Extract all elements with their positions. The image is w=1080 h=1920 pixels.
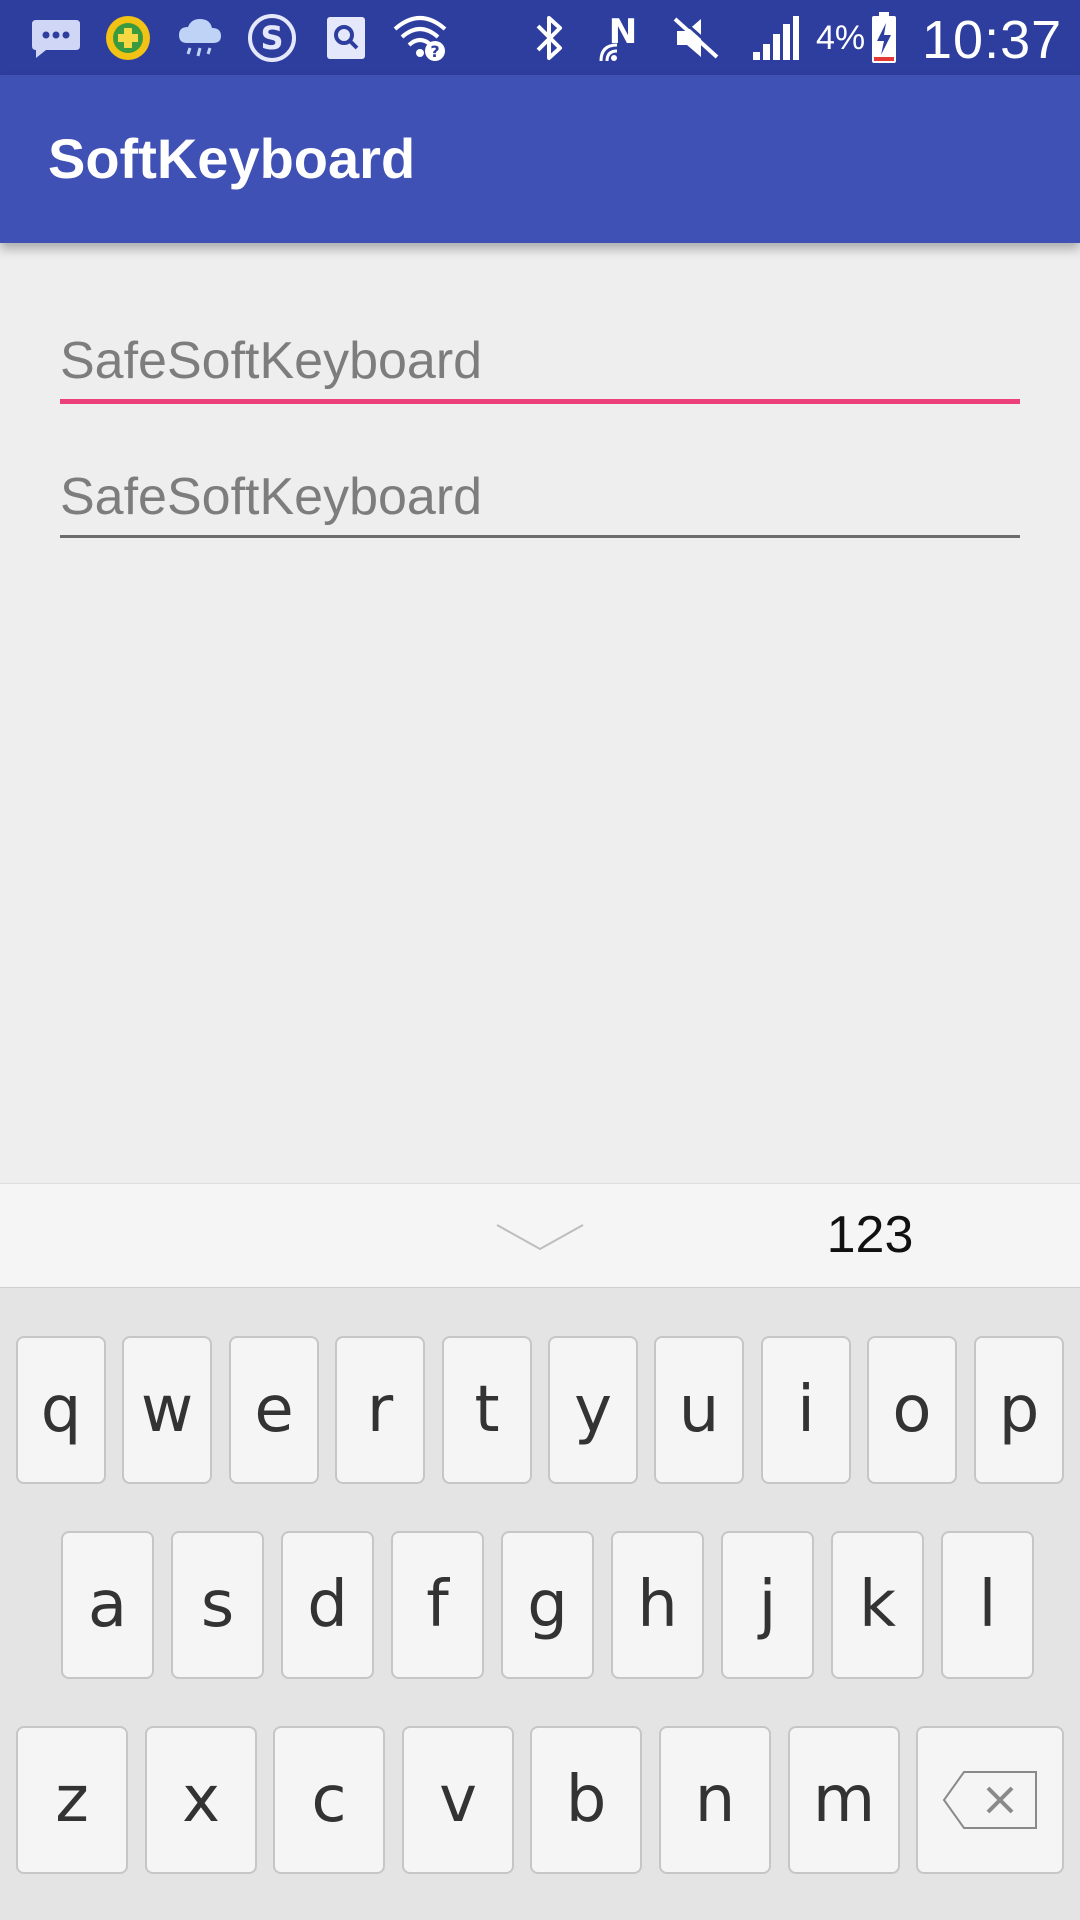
field-1-underline [60, 399, 1020, 404]
key-c[interactable]: c [273, 1726, 385, 1874]
key-j[interactable]: j [721, 1531, 814, 1679]
backspace-icon [940, 1768, 1040, 1832]
key-u[interactable]: u [654, 1336, 744, 1484]
key-q[interactable]: q [16, 1336, 106, 1484]
key-label: o [892, 1373, 932, 1447]
field-2-underline [60, 535, 1020, 538]
key-e[interactable]: e [229, 1336, 319, 1484]
keyboard: qwer tyu i op asd f gh j k l z x c v b n m [0, 1288, 1080, 1920]
key-label: g [527, 1568, 568, 1642]
key-k[interactable]: k [831, 1531, 924, 1679]
security-app-icon [102, 10, 154, 66]
key-d[interactable]: d [281, 1531, 374, 1679]
nfc-icon: N [594, 10, 652, 66]
clock: 10:37 [922, 10, 1063, 70]
chevron-down-icon[interactable] [490, 1212, 590, 1262]
key-label: c [311, 1763, 347, 1837]
key-n[interactable]: n [659, 1726, 771, 1874]
app-title: SoftKeyboard [48, 127, 416, 190]
key-label: x [182, 1763, 220, 1837]
key-label: a [87, 1568, 128, 1642]
key-label: s [200, 1568, 235, 1642]
key-g[interactable]: g [501, 1531, 594, 1679]
key-i[interactable]: i [761, 1336, 851, 1484]
keyboard-toolbar: 123 [0, 1183, 1080, 1288]
key-label: r [366, 1373, 394, 1447]
key-label: k [858, 1568, 897, 1642]
key-l[interactable]: l [941, 1531, 1034, 1679]
weather-cloud-icon [174, 10, 226, 66]
battery-charging-icon [866, 10, 902, 66]
key-label: b [565, 1763, 607, 1837]
svg-text:S: S [260, 19, 283, 57]
key-label: z [55, 1763, 89, 1837]
signal-icon [748, 10, 804, 66]
key-label: h [637, 1568, 678, 1642]
key-label: j [758, 1568, 777, 1642]
app-bar: SoftKeyboard [0, 75, 1080, 243]
key-o[interactable]: o [867, 1336, 957, 1484]
key-label: m [812, 1763, 876, 1837]
key-y[interactable]: y [548, 1336, 638, 1484]
key-label: q [40, 1373, 82, 1447]
key-z[interactable]: z [16, 1726, 128, 1874]
search-app-icon [320, 10, 372, 66]
key-t[interactable]: t [442, 1336, 532, 1484]
key-h[interactable]: h [611, 1531, 704, 1679]
key-label: u [678, 1373, 720, 1447]
key-label: e [254, 1373, 294, 1447]
key-b[interactable]: b [530, 1726, 642, 1874]
bluetooth-icon [528, 10, 572, 66]
key-a[interactable]: a [61, 1531, 154, 1679]
status-bar: S ? N 4% 10:37 [0, 0, 1080, 75]
key-m[interactable]: m [788, 1726, 900, 1874]
safe-keyboard-input-2[interactable] [60, 462, 1020, 532]
key-label: p [998, 1373, 1040, 1447]
key-v[interactable]: v [402, 1726, 514, 1874]
key-label: w [140, 1373, 194, 1447]
safe-keyboard-input-1[interactable] [60, 326, 1020, 396]
key-label: i [797, 1373, 815, 1447]
key-label: f [426, 1568, 449, 1642]
key-x[interactable]: x [145, 1726, 257, 1874]
key-label: n [694, 1763, 736, 1837]
mute-icon [668, 10, 724, 66]
svg-text:?: ? [430, 42, 439, 61]
message-icon [28, 10, 84, 66]
backspace-key[interactable] [916, 1726, 1064, 1874]
wifi-question-icon: ? [390, 10, 450, 66]
number-mode-button[interactable]: 123 [820, 1204, 920, 1266]
key-r[interactable]: r [335, 1336, 425, 1484]
key-f[interactable]: f [391, 1531, 484, 1679]
key-label: d [307, 1568, 348, 1642]
key-s[interactable]: s [171, 1531, 264, 1679]
key-label: y [574, 1373, 612, 1447]
battery-percent: 4% [816, 19, 866, 57]
key-label: l [978, 1568, 997, 1642]
key-p[interactable]: p [974, 1336, 1064, 1484]
key-label: v [439, 1763, 477, 1837]
text-field-1[interactable] [60, 326, 1020, 396]
sogou-s-icon: S [244, 10, 300, 66]
key-label: t [474, 1373, 500, 1447]
key-w[interactable]: w [122, 1336, 212, 1484]
text-field-2[interactable] [60, 462, 1020, 532]
